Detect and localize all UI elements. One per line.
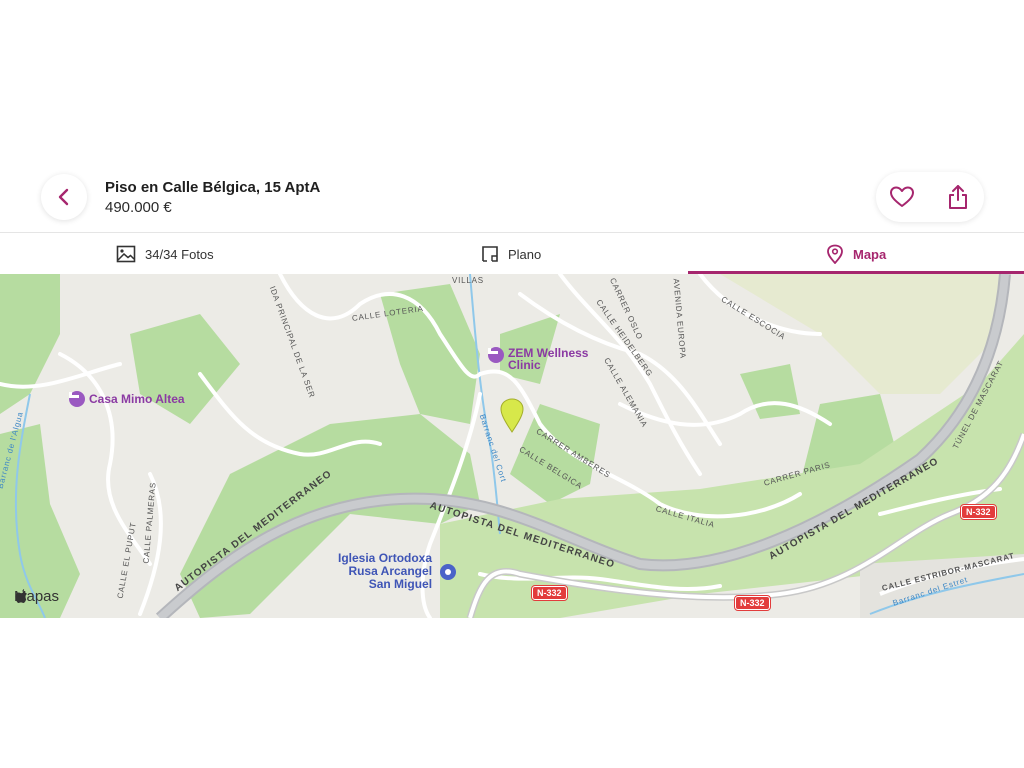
- road-shield: N-332: [531, 585, 568, 601]
- map-view[interactable]: IDA PRINCIPAL DE LA SER CALLE LOTERIA VI…: [0, 274, 1024, 618]
- listing-header: Piso en Calle Bélgica, 15 AptA 490.000 €: [0, 166, 1024, 232]
- poi-zem-wellness-clinic[interactable]: ZEM Wellness Clinic: [488, 347, 588, 371]
- street-label: VILLAS: [452, 276, 484, 285]
- tab-fotos-label: 34/34 Fotos: [145, 246, 214, 262]
- image-icon: [116, 245, 136, 263]
- back-button[interactable]: [41, 174, 87, 220]
- tab-plano[interactable]: Plano: [481, 233, 541, 275]
- church-icon: [440, 564, 456, 580]
- apple-logo-icon: [15, 589, 27, 603]
- poi-label: Iglesia Ortodoxa: [338, 551, 433, 565]
- listing-title: Piso en Calle Bélgica, 15 AptA: [105, 179, 321, 196]
- poi-label: San Miguel: [368, 577, 433, 591]
- map-canvas: [0, 274, 1024, 618]
- bed-icon: [488, 347, 504, 363]
- share-icon: [949, 185, 967, 209]
- heart-icon: [890, 186, 914, 207]
- favorite-button[interactable]: [888, 183, 916, 211]
- poi-label: Casa Mimo Altea: [89, 392, 185, 406]
- map-pin-icon: [827, 244, 843, 264]
- share-button[interactable]: [944, 183, 972, 211]
- property-marker: [500, 398, 524, 433]
- bed-icon: [69, 391, 85, 407]
- poi-label: Rusa Arcangel: [348, 564, 433, 578]
- map-attribution: Mapas: [14, 588, 59, 605]
- tab-fotos[interactable]: 34/34 Fotos: [116, 233, 214, 275]
- listing-price: 490.000 €: [105, 199, 172, 216]
- action-group: [876, 172, 984, 222]
- tab-plano-label: Plano: [508, 246, 542, 262]
- media-tabs: 34/34 Fotos Plano Mapa: [0, 232, 1024, 275]
- tab-mapa-label: Mapa: [853, 246, 887, 262]
- poi-iglesia-ortodoxa[interactable]: Iglesia Ortodoxa Rusa Arcangel San Migue…: [338, 552, 432, 591]
- road-shield: N-332: [960, 504, 997, 520]
- poi-label: Clinic: [508, 358, 541, 372]
- road-shield: N-332: [734, 595, 771, 611]
- floorplan-icon: [482, 246, 498, 262]
- listing-title-block: Piso en Calle Bélgica, 15 AptA 490.000 €: [105, 179, 320, 218]
- poi-casa-mimo-altea[interactable]: Casa Mimo Altea: [69, 391, 185, 407]
- chevron-left-icon: [58, 188, 69, 206]
- tab-mapa[interactable]: Mapa: [826, 233, 886, 275]
